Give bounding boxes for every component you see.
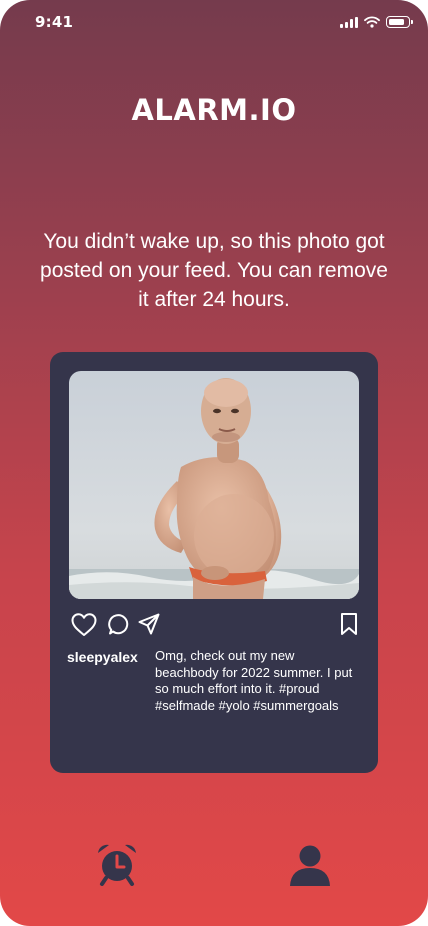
comment-icon[interactable] <box>107 612 131 636</box>
post-actions <box>70 612 360 638</box>
post-card: sleepyalex Omg, check out my new beachbo… <box>50 352 378 773</box>
phone-screen: 9:41 ALARM.IO You didn’t wake up, so thi… <box>0 0 428 926</box>
post-photo[interactable] <box>69 371 359 599</box>
share-icon[interactable] <box>137 612 161 636</box>
wifi-icon <box>364 16 380 28</box>
bookmark-icon[interactable] <box>338 612 360 636</box>
post-caption: Omg, check out my new beachbody for 2022… <box>155 648 353 713</box>
app-title: ALARM.IO <box>131 93 297 127</box>
bottom-nav <box>0 842 428 892</box>
cellular-signal-icon <box>340 16 358 28</box>
status-bar: 9:41 <box>0 0 428 44</box>
status-time: 9:41 <box>35 13 74 31</box>
status-icons <box>340 14 413 30</box>
notice-message: You didn’t wake up, so this photo got po… <box>40 230 388 311</box>
alarm-clock-icon[interactable] <box>95 842 139 886</box>
battery-icon <box>386 16 413 28</box>
profile-icon[interactable] <box>289 844 331 886</box>
post-username[interactable]: sleepyalex <box>67 649 138 665</box>
heart-icon[interactable] <box>70 612 98 638</box>
